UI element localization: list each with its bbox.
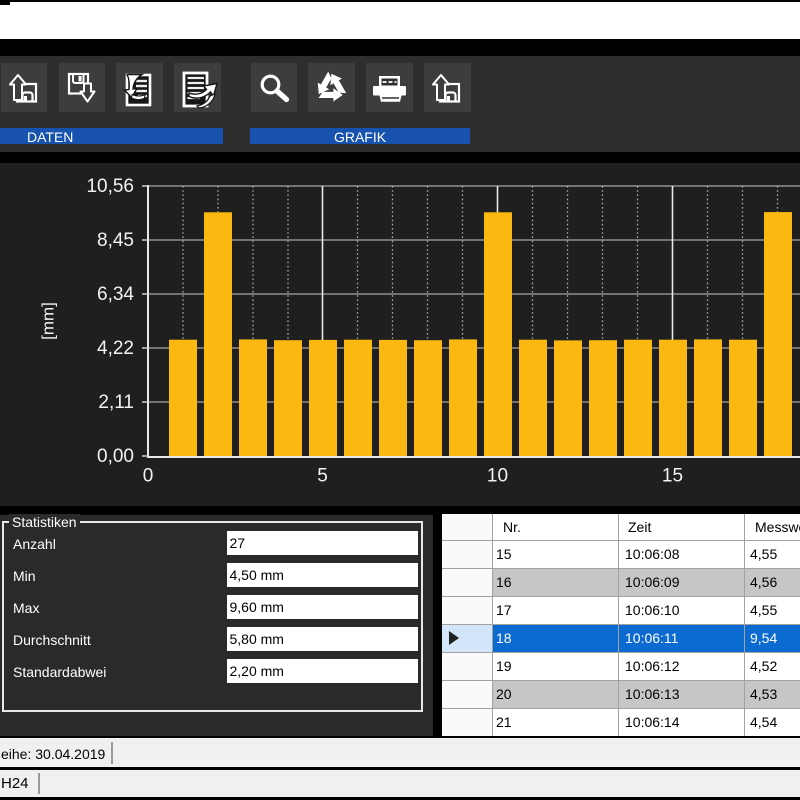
svg-text:10: 10	[487, 466, 508, 487]
svg-text:5: 5	[317, 466, 328, 487]
svg-text:2,11: 2,11	[98, 392, 134, 413]
svg-text:0,00: 0,00	[97, 446, 134, 467]
svg-text:0: 0	[143, 466, 154, 487]
svg-text:6,34: 6,34	[97, 284, 134, 305]
svg-text:15: 15	[662, 466, 683, 487]
svg-text:8,45: 8,45	[97, 230, 134, 251]
svg-text:4,22: 4,22	[97, 338, 134, 359]
svg-text:10,56: 10,56	[86, 176, 134, 197]
svg-text:[mm]: [mm]	[39, 302, 58, 340]
